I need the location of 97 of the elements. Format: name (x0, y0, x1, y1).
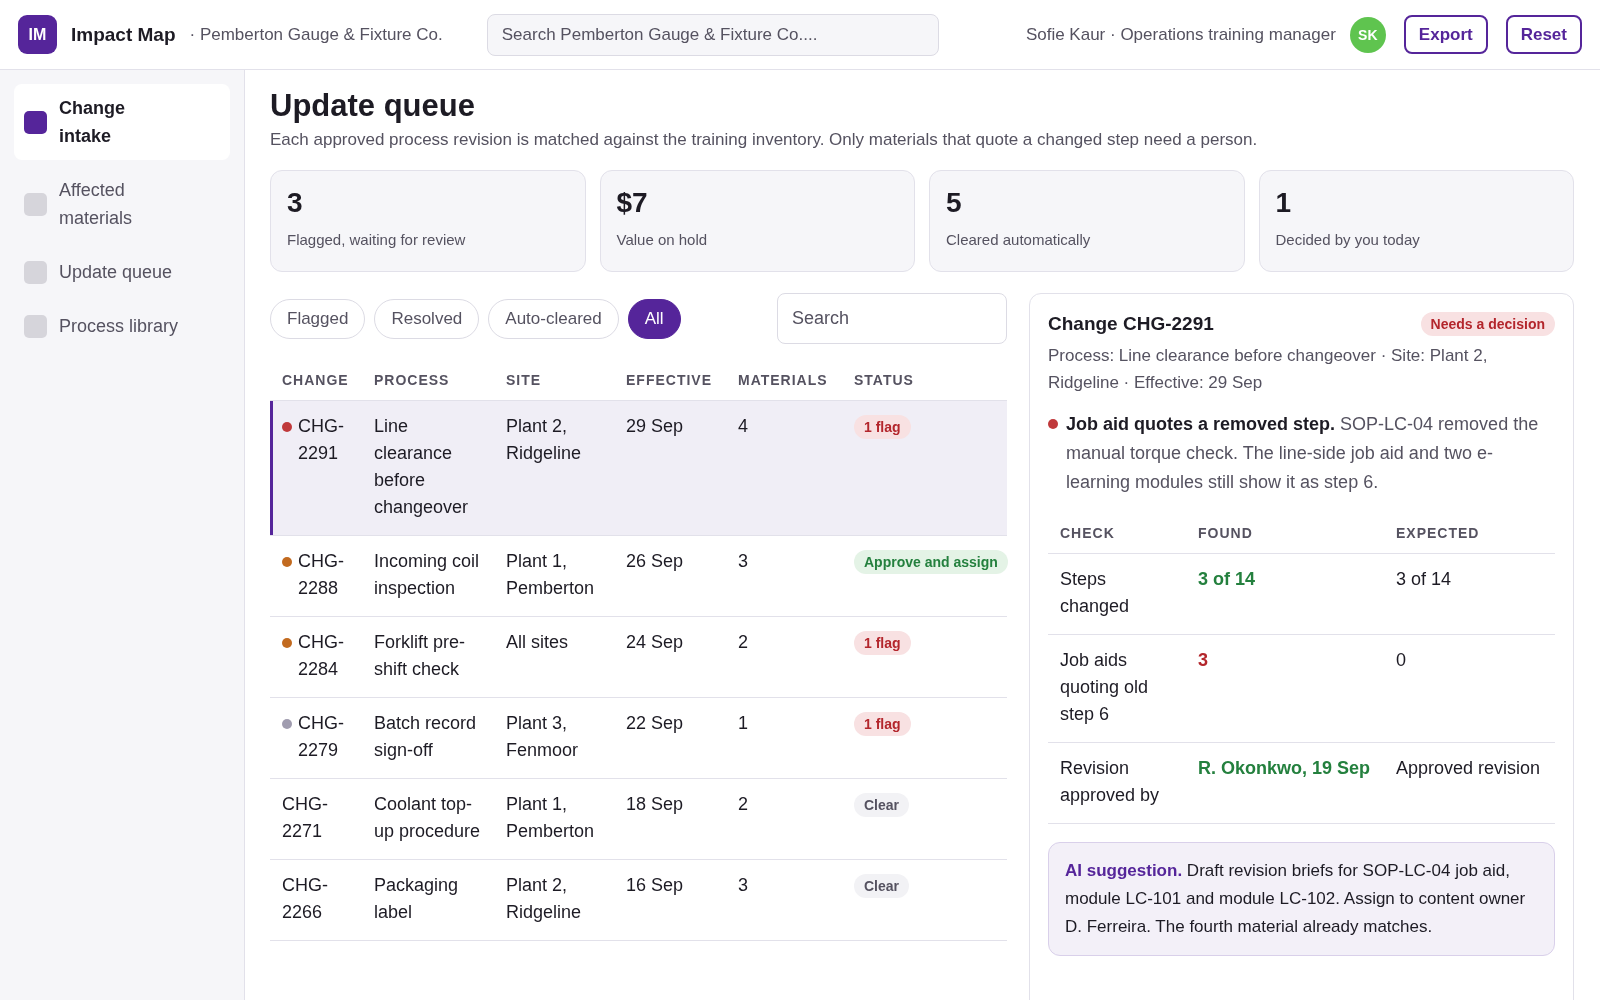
change-id: CHG-2284 (298, 631, 345, 681)
user-name: Sofie Kaur · Operations training manager (1025, 24, 1336, 45)
table-cell: Packaging label (362, 859, 494, 941)
stat-value: $7 (616, 187, 649, 219)
table-cell: 29 Sep (614, 400, 726, 536)
table-row[interactable]: CHG-2271 Coolant top-up procedure Plant 1, Pemberton 18 Sep 2 Clear (270, 778, 1007, 860)
search-field[interactable]: Search Pemberton Gauge & Fixture Co.... (486, 13, 939, 56)
table-cell: 3 (726, 859, 842, 941)
stat-label: Cleared automatically (946, 231, 1092, 248)
table-cell: Steps changed (1048, 553, 1186, 635)
nav-square-icon (24, 260, 47, 284)
table-cell: 24 Sep (614, 616, 726, 698)
table-cell: Plant 1, Pemberton (494, 778, 614, 860)
filter-chip[interactable]: All (627, 298, 681, 339)
table-row[interactable]: CHG-2266 Packaging label Plant 2, Ridgeline 16 Sep 3 Clear (270, 859, 1007, 941)
alert-dot (1048, 419, 1058, 429)
table-cell: 2 (726, 616, 842, 698)
change-details: Process: Line clearance before changeover · Site: Plant 2, Ridgeline · Effective: 29 Sep (1048, 345, 1489, 394)
change-id: CHG-2279 (298, 712, 345, 762)
column-header: SITE (494, 366, 614, 401)
table-cell: 2 (726, 778, 842, 860)
table-cell: 3 (1186, 634, 1384, 743)
change-id: CHG-2291 (298, 415, 345, 465)
nav-square-icon (24, 192, 47, 216)
change-id: CHG-2271 (282, 793, 329, 843)
app-logo: IM (18, 15, 57, 54)
table-row[interactable]: CHG-2288 Incoming coil inspection Plant 1, Pemberton 26 Sep 3 Approve and assign (270, 535, 1007, 617)
detail-title: Change CHG-2291 (1048, 313, 1214, 335)
table-cell: 1 (726, 697, 842, 779)
user-avatar: SK (1349, 16, 1386, 53)
table-cell: 16 Sep (614, 859, 726, 941)
table-cell: 22 Sep (614, 697, 726, 779)
table-cell: 18 Sep (614, 778, 726, 860)
table-cell: Plant 1, Pemberton (494, 535, 614, 617)
finding-text: Job aid quotes a removed step. SOP-LC-04 removed the manual torque check. The line-side job aid and two e-learning modules still show it as step 6. (1066, 413, 1540, 494)
table-cell: Forklift pre-shift check (362, 616, 494, 698)
table-cell: Revision approved by (1048, 742, 1186, 824)
filter-chip[interactable]: Auto-cleared (488, 298, 619, 339)
table-cell: 3 of 14 (1186, 553, 1384, 635)
stat-label: Value on hold (616, 231, 709, 248)
stat-value: 5 (946, 187, 963, 219)
table-cell: Incoming coil inspection (362, 535, 494, 617)
nav-square-icon (24, 110, 47, 134)
status-badge: Clear (854, 793, 910, 817)
column-header: EFFECTIVE (614, 366, 726, 401)
status-badge: 1 flag (854, 415, 911, 439)
column-header: PROCESS (362, 366, 494, 401)
ai-suggestion: AI suggestion. Draft revision briefs for SOP-LC-04 job aid, module LC-101 and module LC-102. Assign to content owner D. Ferreira. The fourth material already matches. (1048, 842, 1555, 956)
sidebar-item[interactable]: Affected materials (14, 166, 230, 242)
table-cell: 4 (726, 400, 842, 536)
status-badge: Clear (854, 874, 910, 898)
organization-name: · Pemberton Gauge & Fixture Co. (189, 24, 443, 45)
page-title: Update queue (270, 88, 476, 124)
column-header: CHANGE (270, 366, 362, 401)
export-button[interactable]: Export (1403, 15, 1488, 54)
change-id: CHG-2266 (282, 874, 329, 924)
filter-chip[interactable]: Resolved (374, 298, 480, 339)
column-header: EXPECTED (1384, 519, 1555, 554)
stat-value: 3 (287, 187, 304, 219)
table-row[interactable]: CHG-2291 Line clearance before changeover Plant 2, Ridgeline 29 Sep 4 1 flag (270, 400, 1007, 536)
filter-chip[interactable]: Flagged (270, 298, 366, 339)
nav-square-icon (24, 314, 47, 338)
table-row[interactable]: CHG-2279 Batch record sign-off Plant 3, Fenmoor 22 Sep 1 1 flag (270, 697, 1007, 779)
table-cell: R. Okonkwo, 19 Sep (1186, 742, 1384, 824)
status-badge: 1 flag (854, 712, 911, 736)
stat-label: Decided by you today (1275, 231, 1421, 248)
sidebar-item[interactable]: Update queue (14, 248, 230, 296)
stat-value: 1 (1275, 187, 1293, 219)
decision-badge: Needs a decision (1420, 312, 1555, 336)
table-cell: Line clearance before changeover (362, 400, 494, 536)
column-header: STATUS (842, 366, 1007, 401)
table-cell: Approved revision (1384, 742, 1555, 824)
table-cell: 3 of 14 (1384, 553, 1555, 635)
sidebar-item[interactable]: Process library (14, 302, 230, 350)
column-header: FOUND (1186, 519, 1384, 554)
table-cell: All sites (494, 616, 614, 698)
table-cell: 26 Sep (614, 535, 726, 617)
table-cell: 3 (726, 535, 842, 617)
column-header: MATERIALS (726, 366, 842, 401)
table-cell: Plant 3, Fenmoor (494, 697, 614, 779)
sidebar-item[interactable]: Change intake (14, 84, 230, 160)
table-cell: Batch record sign-off (362, 697, 494, 779)
change-id: CHG-2288 (298, 550, 345, 600)
table-row[interactable]: CHG-2284 Forklift pre-shift check All sites 24 Sep 2 1 flag (270, 616, 1007, 698)
status-badge: Approve and assign (854, 550, 1008, 574)
page-description: Each approved process revision is matched against the training inventory. Only materials that quote a changed step need a person. (270, 130, 1259, 150)
column-header: CHECK (1048, 519, 1186, 554)
table-search-field[interactable]: Search (777, 293, 1007, 344)
status-badge: 1 flag (854, 631, 911, 655)
table-cell: 0 (1384, 634, 1555, 743)
table-cell: Coolant top-up procedure (362, 778, 494, 860)
table-cell: Job aids quoting old step 6 (1048, 634, 1186, 743)
table-cell: Plant 2, Ridgeline (494, 400, 614, 536)
table-cell: Plant 2, Ridgeline (494, 859, 614, 941)
app-name: Impact Map (71, 23, 176, 46)
stat-label: Flagged, waiting for review (287, 231, 467, 248)
reset-button[interactable]: Reset (1505, 15, 1582, 54)
